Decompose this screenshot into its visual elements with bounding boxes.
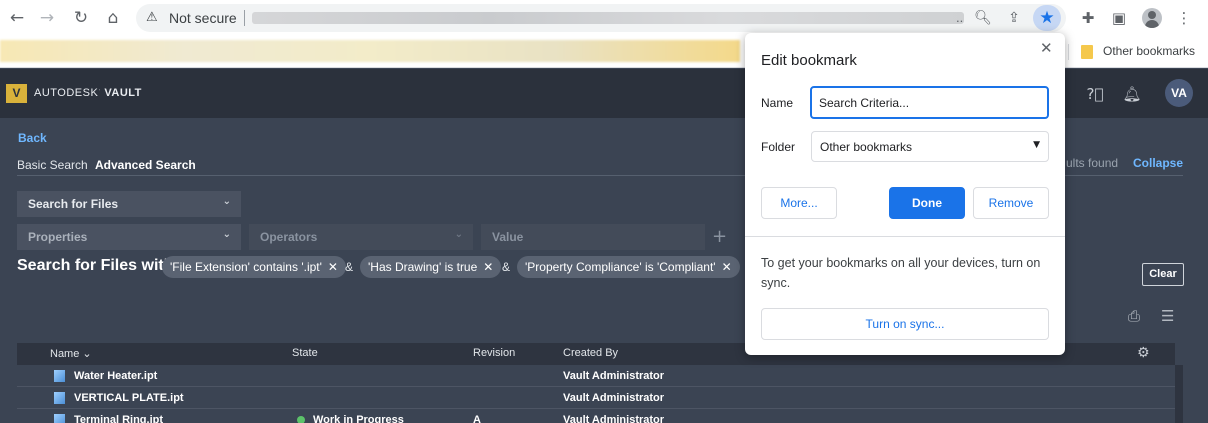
folder-select-value: Other bookmarks	[820, 140, 913, 154]
bookmarks-divider	[1068, 44, 1069, 60]
add-criteria-icon[interactable]: +	[712, 226, 727, 247]
sync-message: To get your bookmarks on all your device…	[761, 256, 1041, 290]
remove-button[interactable]: Remove	[973, 187, 1049, 219]
turn-on-sync-button[interactable]: Turn on sync...	[761, 308, 1049, 340]
security-label[interactable]: Not secure	[169, 10, 237, 26]
back-link[interactable]: Back	[18, 131, 47, 145]
criteria-joiner: &	[502, 260, 511, 274]
forward-arrow-icon[interactable]: →	[36, 7, 58, 29]
close-icon[interactable]: ✕	[722, 260, 732, 274]
part-file-icon	[54, 370, 65, 382]
zoom-icon[interactable]: 🔍︎	[974, 9, 992, 27]
bookmark-star-icon[interactable]: ★	[1033, 5, 1061, 31]
search-scope-select[interactable]: Search for Files ⌄	[17, 191, 241, 217]
side-panel-icon[interactable]: ▣	[1109, 8, 1129, 28]
brand-prefix: AUTODESK	[34, 87, 99, 99]
edit-bookmark-dialog: Edit bookmark ✕ Name Folder Other bookma…	[745, 33, 1065, 355]
done-button[interactable]: Done	[889, 187, 965, 219]
folder-icon	[1081, 45, 1093, 59]
column-header-created-by[interactable]: Created By	[563, 347, 618, 359]
column-header-revision[interactable]: Revision	[473, 347, 515, 359]
dialog-title: Edit bookmark	[761, 52, 857, 69]
printer-icon[interactable]: ⎙	[1128, 307, 1140, 325]
chevron-down-icon: ⌄	[454, 229, 463, 240]
kebab-menu-icon[interactable]: ⋮	[1174, 8, 1194, 28]
column-header-name[interactable]: Name ⌄	[50, 347, 92, 360]
vertical-scrollbar[interactable]	[1175, 365, 1183, 423]
search-scope-value: Search for Files	[28, 197, 119, 211]
report-icon[interactable]: ☰	[1161, 307, 1174, 325]
folder-label: Folder	[761, 140, 796, 154]
part-file-icon	[54, 392, 65, 404]
close-icon[interactable]: ✕	[1040, 39, 1053, 57]
name-label: Name	[761, 96, 794, 110]
vault-logo: V	[6, 84, 27, 103]
warning-icon: ⚠	[146, 10, 158, 25]
omnibox-divider	[244, 10, 245, 26]
cell-created-by: Vault Administrator	[563, 392, 665, 404]
dialog-divider	[745, 236, 1065, 237]
more-button[interactable]: More...	[761, 187, 837, 219]
chevron-down-icon: ⌄	[222, 229, 231, 240]
cell-name[interactable]: Terminal Ring.ipt	[74, 414, 163, 423]
close-icon[interactable]: ✕	[328, 260, 338, 274]
cell-name[interactable]: VERTICAL PLATE.ipt	[74, 392, 184, 404]
tab-basic-search[interactable]: Basic Search	[17, 158, 88, 172]
bookmark-folder-select[interactable]: Other bookmarks ▼	[811, 131, 1049, 162]
tab-advanced-search[interactable]: Advanced Search	[95, 158, 196, 172]
blurred-bookmarks[interactable]	[0, 40, 740, 62]
profile-avatar-icon[interactable]	[1142, 8, 1162, 28]
reload-icon[interactable]: ↻	[70, 7, 92, 29]
criteria-joiner: &	[345, 260, 354, 274]
gear-icon[interactable]: ⚙	[1137, 345, 1150, 361]
column-header-state[interactable]: State	[292, 347, 318, 359]
table-row[interactable]: Terminal Ring.ipt Work in Progress A Vau…	[17, 409, 1175, 423]
bookmark-name-input[interactable]	[810, 86, 1049, 119]
operators-select[interactable]: Operators ⌄	[249, 224, 473, 250]
criteria-chip: 'File Extension' contains '.ipt' ✕	[162, 256, 346, 278]
url-text[interactable]	[252, 12, 964, 24]
value-placeholder: Value	[492, 230, 524, 244]
value-input[interactable]: Value	[481, 224, 705, 250]
user-avatar[interactable]: VA	[1165, 79, 1193, 107]
other-bookmarks-link[interactable]: Other bookmarks	[1103, 44, 1195, 58]
properties-placeholder: Properties	[28, 230, 88, 244]
address-bar[interactable]: ⚠ Not secure .. 🔍︎ ⇪	[136, 4, 1066, 32]
collapse-link[interactable]: Collapse	[1133, 156, 1183, 170]
cell-state: Work in Progress	[313, 414, 404, 423]
state-dot-icon	[297, 416, 305, 423]
criteria-chip-label: 'Has Drawing' is true	[368, 260, 478, 274]
criteria-chip-label: 'File Extension' contains '.ipt'	[170, 260, 322, 274]
criteria-chip: 'Has Drawing' is true ✕	[360, 256, 502, 278]
results-count: ults found	[1066, 156, 1119, 170]
help-icon[interactable]: ?⃝	[1085, 84, 1105, 104]
properties-select[interactable]: Properties ⌄	[17, 224, 241, 250]
part-file-icon	[54, 414, 65, 423]
brand-name: AUTODESK· VAULT	[34, 87, 142, 99]
cell-name[interactable]: Water Heater.ipt	[74, 370, 157, 382]
back-arrow-icon[interactable]: ←	[6, 7, 28, 29]
browser-toolbar: ← → ↻ ⌂ ⚠ Not secure .. 🔍︎ ⇪ ★ ✚ ▣ ⋮	[0, 0, 1208, 36]
cell-revision: A	[473, 414, 481, 423]
extensions-icon[interactable]: ✚	[1078, 8, 1098, 28]
table-row[interactable]: Water Heater.ipt Vault Administrator	[17, 365, 1175, 387]
clear-button[interactable]: Clear	[1142, 263, 1184, 286]
chevron-down-icon: ⌄	[222, 196, 231, 207]
cell-created-by: Vault Administrator	[563, 414, 665, 423]
share-icon[interactable]: ⇪	[1005, 9, 1023, 27]
table-row[interactable]: VERTICAL PLATE.ipt Vault Administrator	[17, 387, 1175, 409]
criteria-heading: Search for Files with	[17, 257, 174, 274]
cell-created-by: Vault Administrator	[563, 370, 665, 382]
criteria-chip-label: 'Property Compliance' is 'Compliant'	[525, 260, 716, 274]
criteria-chip: 'Property Compliance' is 'Compliant' ✕	[517, 256, 740, 278]
brand-product: VAULT	[104, 87, 142, 99]
url-ellipsis: ..	[956, 10, 964, 25]
operators-placeholder: Operators	[260, 230, 318, 244]
caret-down-icon: ▼	[1033, 140, 1040, 150]
home-icon[interactable]: ⌂	[102, 7, 124, 29]
close-icon[interactable]: ✕	[483, 260, 493, 274]
bell-icon[interactable]: 🔔︎	[1122, 84, 1142, 104]
